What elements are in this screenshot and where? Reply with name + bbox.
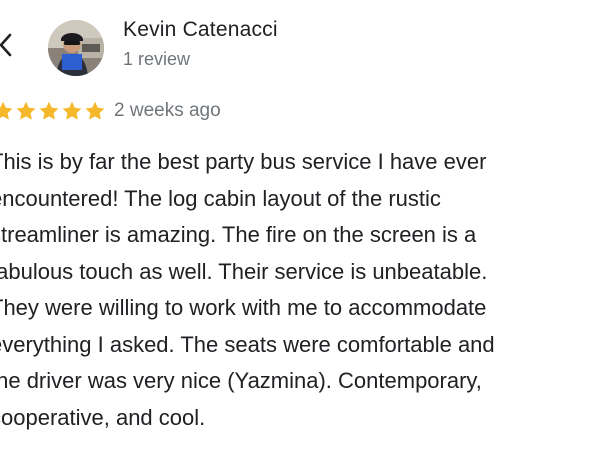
review-text: This is by far the best party bus servic…: [0, 0, 600, 450]
review-text-line: They were willing to work with me to acc…: [0, 295, 487, 320]
review-text-line: encountered! The log cabin layout of the…: [0, 185, 441, 211]
review-text-line: streamliner is amazing. The fire on the …: [0, 222, 477, 247]
review-text-line: the driver was very nice (Yazmina). Cont…: [0, 368, 482, 393]
review-text-line: everything I asked. The seats were comfo…: [0, 331, 495, 357]
review-text-line: cooperative, and cool.: [0, 404, 206, 430]
review-text-line: This is by far the best party bus servic…: [0, 149, 487, 174]
review-text-line: fabulous touch as well. Their service is…: [0, 258, 488, 284]
